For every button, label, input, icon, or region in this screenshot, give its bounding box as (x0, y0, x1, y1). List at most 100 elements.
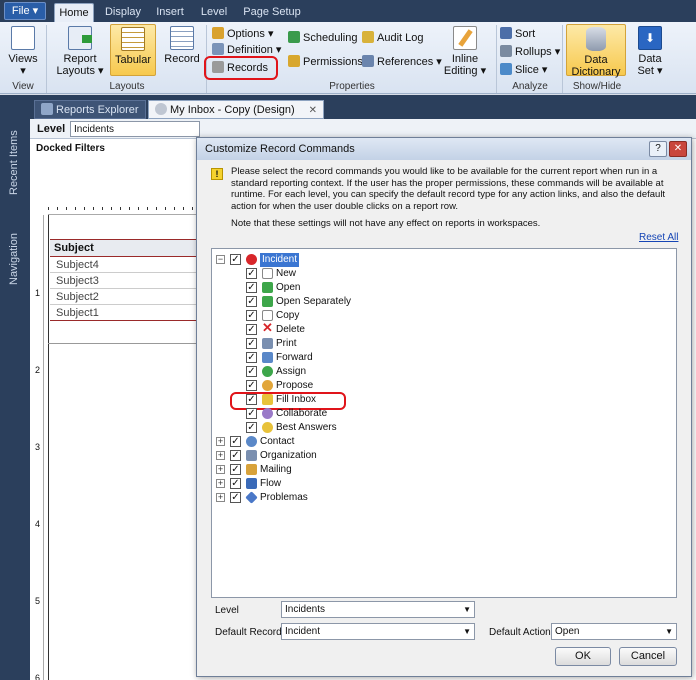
inline-editing-label: Inline Editing ▾ (443, 53, 487, 77)
tab-home[interactable]: Home (54, 3, 94, 22)
inline-editing-button[interactable]: Inline Editing ▾ (440, 26, 490, 77)
data-set-button[interactable]: ⬇ Data Set ▾ (632, 26, 668, 77)
record-icon (170, 26, 194, 50)
tree-label: Best Answers (276, 422, 337, 433)
tabular-button[interactable]: Tabular (110, 24, 156, 76)
dialog-title-bar: Customize Record Commands ? ✕ (197, 138, 691, 160)
ribbon-separator (46, 25, 47, 93)
printer-icon (262, 338, 273, 349)
tab-level[interactable]: Level (196, 3, 232, 22)
views-icon (11, 26, 35, 50)
checkbox[interactable]: ✓ (230, 492, 241, 503)
sort-button[interactable]: Sort (500, 26, 535, 42)
slice-button[interactable]: Slice ▾ (500, 62, 547, 78)
reports-explorer-icon (41, 103, 53, 115)
scheduling-label: Scheduling (303, 32, 358, 44)
ruler-number: 5 (35, 596, 41, 606)
checkbox[interactable]: ✓ (246, 296, 257, 307)
chevron-down-icon: ▼ (665, 627, 673, 636)
doc-tab-reports-explorer[interactable]: Reports Explorer (34, 100, 146, 119)
expand-icon[interactable]: + (216, 493, 225, 502)
checkbox[interactable]: ✓ (246, 380, 257, 391)
navigation-tab[interactable]: Navigation (8, 233, 20, 285)
expand-icon[interactable]: + (216, 437, 225, 446)
reset-all-link[interactable]: Reset All (639, 232, 678, 243)
slice-label: Slice ▾ (515, 64, 548, 76)
checkbox[interactable]: ✓ (246, 338, 257, 349)
views-button[interactable]: Views ▾ (6, 26, 40, 77)
column-header-subject[interactable]: Subject (50, 239, 196, 257)
table-row[interactable]: Subject4 (50, 257, 196, 273)
slice-icon (500, 63, 512, 75)
info-icon: ! (211, 168, 223, 180)
audit-log-button[interactable]: Audit Log (362, 30, 423, 46)
checkbox[interactable]: ✓ (230, 464, 241, 475)
table-row[interactable]: Subject3 (50, 273, 196, 289)
definition-icon (212, 43, 224, 55)
checkbox[interactable]: ✓ (246, 352, 257, 363)
record-commands-tree: − ✓ Incident ✓ New ✓ Open ✓ Open Separat… (211, 248, 677, 598)
checkbox[interactable]: ✓ (246, 324, 257, 335)
collapse-icon[interactable]: − (216, 255, 225, 264)
options-button[interactable]: Options ▾ (212, 26, 274, 42)
ribbon-separator (496, 25, 497, 93)
docked-filters-label: Docked Filters (36, 143, 105, 154)
default-action-value: Open (555, 626, 580, 637)
checkbox[interactable]: ✓ (246, 422, 257, 433)
doc-tab-my-inbox[interactable]: My Inbox - Copy (Design) ✕ (148, 100, 324, 119)
scheduling-icon (288, 31, 300, 43)
recent-items-tab[interactable]: Recent Items (8, 130, 20, 195)
expand-icon[interactable]: + (216, 465, 225, 474)
record-button[interactable]: Record (160, 26, 204, 65)
checkbox[interactable]: ✓ (230, 450, 241, 461)
checkbox[interactable]: ✓ (246, 310, 257, 321)
customize-record-commands-dialog: Customize Record Commands ? ✕ ! Please s… (196, 137, 692, 677)
report-layouts-label: Report Layouts ▾ (56, 53, 104, 77)
default-record-select[interactable]: Incident ▼ (281, 623, 475, 640)
dialog-title: Customize Record Commands (205, 143, 355, 155)
checkbox[interactable]: ✓ (246, 282, 257, 293)
permissions-button[interactable]: Permissions (288, 54, 363, 70)
table-row[interactable]: Subject2 (50, 289, 196, 305)
info-text: Please select the record commands you wo… (231, 166, 666, 212)
checkbox[interactable]: ✓ (246, 408, 257, 419)
cancel-button[interactable]: Cancel (619, 647, 677, 666)
tree-label: Contact (260, 436, 295, 447)
tree-label: Copy (276, 310, 300, 321)
expand-icon[interactable]: + (216, 451, 225, 460)
tree-label: Assign (276, 366, 307, 377)
table-row[interactable]: Subject1 (50, 305, 196, 321)
file-menu-button[interactable]: File ▾ (4, 2, 46, 20)
audit-log-label: Audit Log (377, 32, 424, 44)
ribbon: Views ▾ View Report Layouts ▾ Tabular Re… (0, 22, 696, 94)
views-label: Views ▾ (8, 53, 38, 77)
tab-insert[interactable]: Insert (150, 3, 190, 22)
checkbox[interactable]: ✓ (230, 254, 241, 265)
close-button[interactable]: ✕ (669, 141, 687, 157)
group-label-layouts: Layouts (109, 81, 145, 92)
level-select[interactable]: Incidents (70, 121, 200, 137)
options-icon (212, 27, 224, 39)
level-label: Level (215, 605, 239, 616)
checkbox[interactable]: ✓ (246, 366, 257, 377)
close-tab-icon[interactable]: ✕ (309, 101, 317, 120)
default-action-select[interactable]: Open ▼ (551, 623, 677, 640)
checkbox[interactable]: ✓ (230, 478, 241, 489)
report-layouts-button[interactable]: Report Layouts ▾ (52, 26, 108, 77)
data-dictionary-button[interactable]: Data Dictionary (566, 24, 626, 78)
rollups-button[interactable]: Rollups ▾ (500, 44, 560, 60)
tab-display[interactable]: Display (100, 3, 146, 22)
scheduling-button[interactable]: Scheduling (288, 30, 357, 46)
tree-label: Flow (260, 478, 282, 489)
checkbox[interactable]: ✓ (246, 268, 257, 279)
references-button[interactable]: References ▾ (362, 54, 442, 70)
level-select[interactable]: Incidents ▼ (281, 601, 475, 618)
ruler-number: 1 (35, 288, 41, 298)
tab-page-setup[interactable]: Page Setup (240, 3, 304, 22)
database-icon (586, 27, 606, 51)
tree-label: Problemas (260, 492, 308, 503)
checkbox[interactable]: ✓ (230, 436, 241, 447)
expand-icon[interactable]: + (216, 479, 225, 488)
help-button[interactable]: ? (649, 141, 667, 157)
ok-button[interactable]: OK (555, 647, 611, 666)
